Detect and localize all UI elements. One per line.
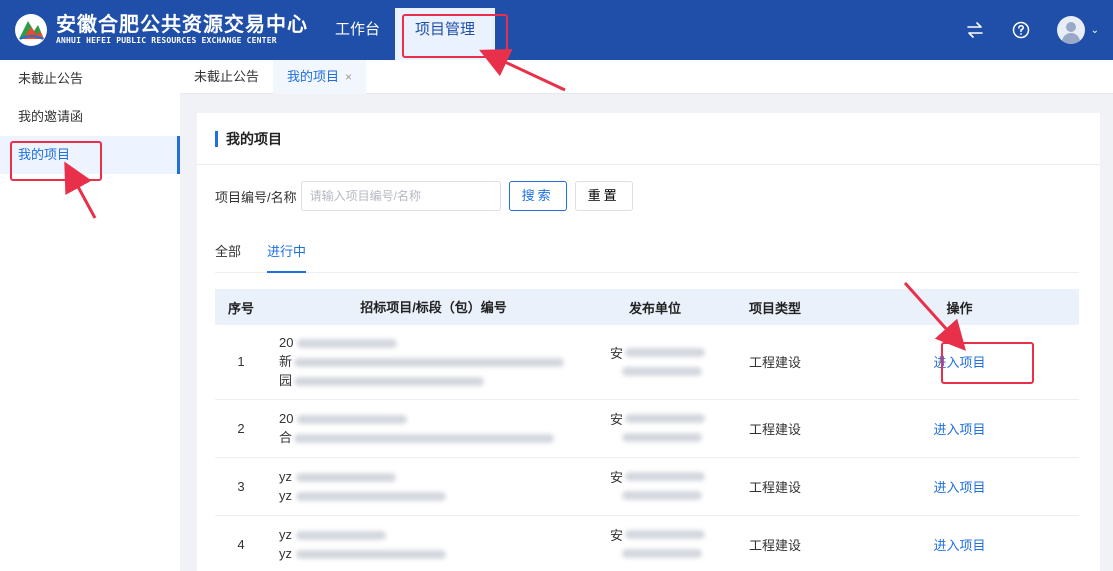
close-icon[interactable]: ×: [345, 70, 352, 84]
table-row: 2 20 合 安 工程建设 进入项目: [215, 399, 1079, 458]
tab-open-announcements[interactable]: 未截止公告: [180, 60, 273, 94]
chevron-down-icon[interactable]: ⌄: [1091, 25, 1099, 36]
annotation-box-nav: [402, 14, 508, 58]
publisher-cell: 安: [600, 325, 710, 400]
col-header-no: 序号: [215, 289, 267, 325]
col-header-action: 操作: [840, 289, 1079, 325]
table-row: 4 yz yz 安 工程建设 进入项目: [215, 515, 1079, 571]
enter-project-link[interactable]: 进入项目: [933, 422, 985, 437]
col-header-publisher: 发布单位: [600, 289, 710, 325]
publisher-cell: 安: [600, 457, 710, 516]
project-name-cell: 20 合: [267, 399, 600, 458]
publisher-cell: 安: [600, 399, 710, 458]
search-label: 项目编号/名称: [215, 189, 297, 205]
table-row: 3 yz yz 安 工程建设 进入项目: [215, 457, 1079, 516]
reset-button[interactable]: 重置: [574, 181, 633, 211]
enter-project-link[interactable]: 进入项目: [933, 480, 985, 495]
col-header-type: 项目类型: [710, 289, 840, 325]
filter-in-progress[interactable]: 进行中: [267, 241, 307, 273]
enter-project-link[interactable]: 进入项目: [933, 538, 985, 553]
filter-all[interactable]: 全部: [215, 241, 241, 273]
status-filter-tabs: 全部 进行中: [215, 241, 1079, 273]
publisher-cell: 安: [600, 515, 710, 571]
project-name-cell: yz yz: [267, 457, 600, 516]
annotation-box-action: [941, 342, 1034, 384]
search-bar: 项目编号/名称 搜索 重置: [215, 181, 633, 211]
sidebar-item-open-announcements[interactable]: 未截止公告: [0, 60, 180, 98]
logo-subtitle: ANHUI HEFEI PUBLIC RESOURCES EXCHANGE CE…: [56, 36, 277, 45]
logo-title: 安徽合肥公共资源交易中心: [56, 14, 308, 36]
project-name-cell: yz yz: [267, 515, 600, 571]
sidebar-item-my-invitations[interactable]: 我的邀请函: [0, 98, 180, 136]
tab-my-projects[interactable]: 我的项目 ×: [273, 59, 367, 94]
page-tabs: 未截止公告 我的项目 ×: [180, 59, 1113, 94]
card-title: 我的项目: [226, 130, 282, 147]
logo-mark-icon: [14, 13, 48, 47]
top-header: 安徽合肥公共资源交易中心 ANHUI HEFEI PUBLIC RESOURCE…: [0, 0, 1113, 60]
nav-workbench[interactable]: 工作台: [320, 0, 395, 60]
col-header-project: 招标项目/标段（包）编号: [267, 289, 600, 325]
annotation-box-sidebar: [10, 141, 102, 181]
project-name-cell: 20 新 园: [267, 325, 600, 400]
help-circle-icon[interactable]: [1011, 20, 1031, 40]
logo: 安徽合肥公共资源交易中心 ANHUI HEFEI PUBLIC RESOURCE…: [0, 13, 320, 47]
sidebar: 未截止公告 我的邀请函 我的项目: [0, 60, 180, 571]
search-input[interactable]: [300, 181, 501, 211]
search-button[interactable]: 搜索: [508, 181, 567, 211]
user-avatar[interactable]: [1056, 16, 1085, 44]
swap-icon[interactable]: [965, 20, 985, 40]
projects-table: 序号 招标项目/标段（包）编号 发布单位 项目类型 操作 1 20 新 园 安 …: [215, 289, 1079, 571]
